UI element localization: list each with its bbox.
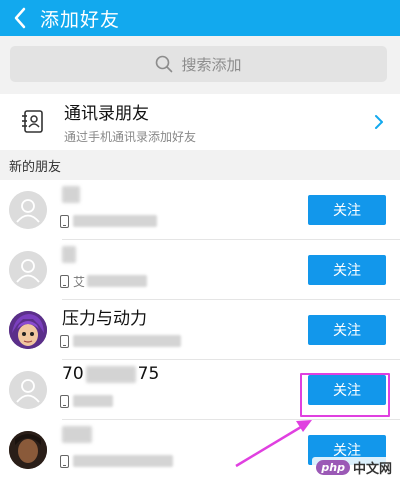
friend-detail: [60, 453, 173, 469]
friend-detail: 艾: [60, 273, 148, 289]
back-button[interactable]: [0, 0, 40, 36]
chevron-left-icon: [14, 7, 26, 29]
top-bar: 添加好友: [0, 0, 400, 36]
avatar: [9, 311, 47, 349]
avatar: [9, 371, 47, 409]
contacts-subtitle: 通过手机通讯录添加好友: [64, 130, 197, 144]
friend-detail: [60, 333, 181, 349]
follow-button[interactable]: 关注: [308, 255, 386, 285]
friend-detail: [60, 393, 113, 409]
phone-icon: [60, 274, 69, 288]
phone-icon: [60, 214, 69, 228]
contacts-friends-entry[interactable]: 通讯录朋友 通过手机通讯录添加好友: [0, 94, 400, 150]
follow-button[interactable]: 关注: [308, 315, 386, 345]
friend-name: 压力与动力: [62, 309, 147, 329]
friend-name: 70 75: [62, 364, 160, 384]
search-icon: [156, 55, 173, 73]
phone-icon: [60, 394, 69, 408]
contacts-title: 通讯录朋友: [64, 104, 149, 124]
new-friends-header: 新的朋友: [0, 150, 400, 180]
list-item: 艾 关注: [0, 240, 400, 300]
add-friend-screen: 添加好友 搜索添加 通讯录朋友 通过手机通讯录添加好友 新的朋友 关注 艾 关注…: [0, 0, 400, 480]
phone-icon: [60, 334, 69, 348]
search-input[interactable]: 搜索添加: [10, 46, 387, 82]
friend-name: [62, 184, 80, 204]
follow-button[interactable]: 关注: [308, 195, 386, 225]
phone-icon: [60, 454, 69, 468]
annotation-highlight-box: [300, 373, 390, 417]
page-title: 添加好友: [40, 8, 121, 31]
friend-detail: [60, 213, 157, 229]
avatar: [9, 251, 47, 289]
friend-name: [62, 244, 76, 264]
watermark-text: 中文网: [352, 462, 392, 477]
search-area: 搜索添加: [0, 36, 400, 92]
avatar: [9, 191, 47, 229]
watermark: php 中文网: [312, 457, 396, 478]
friend-name: [62, 424, 92, 444]
friend-list: 关注 艾 关注 压力与动力 关注 70 75 关注 关注: [0, 180, 400, 480]
watermark-logo: php: [316, 460, 350, 475]
list-item: 关注: [0, 180, 400, 240]
avatar: [9, 431, 47, 469]
address-book-icon: [10, 94, 56, 150]
chevron-right-icon: [375, 115, 383, 129]
search-placeholder: 搜索添加: [181, 55, 242, 74]
list-item: 压力与动力 关注: [0, 300, 400, 360]
